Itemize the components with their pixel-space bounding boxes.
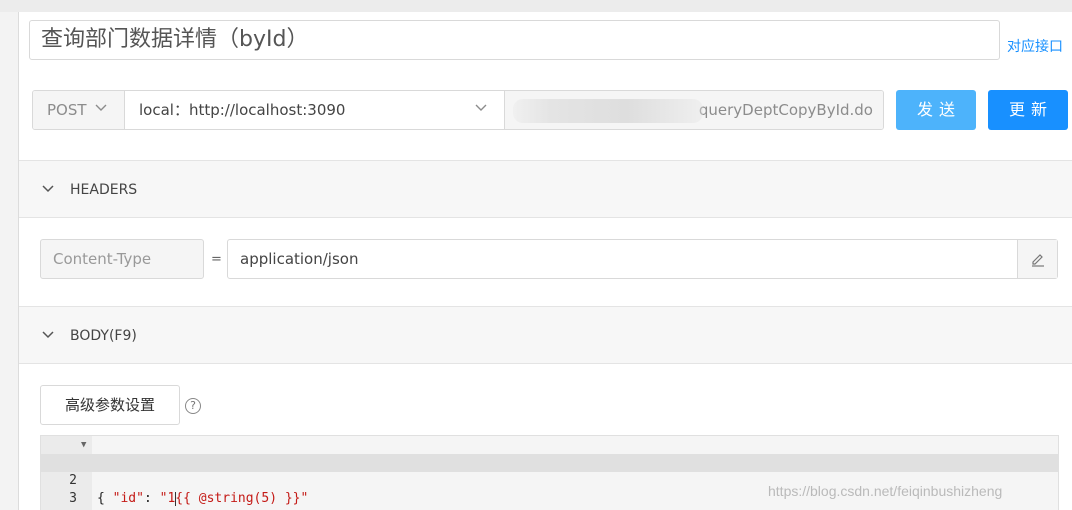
fold-arrow-icon[interactable]: ▼ xyxy=(81,436,86,454)
left-side-panel xyxy=(0,12,19,510)
update-button[interactable]: 更新 xyxy=(988,90,1068,130)
help-icon[interactable]: ? xyxy=(185,398,201,414)
linked-api-link[interactable]: 对应接口 xyxy=(1007,36,1063,56)
header-key-input[interactable]: Content-Type xyxy=(40,239,204,279)
chevron-down-icon xyxy=(42,331,54,339)
send-button[interactable]: 发送 xyxy=(896,90,976,130)
body-section-label: BODY(F9) xyxy=(70,328,137,344)
watermark: https://blog.csdn.net/feiqinbushizheng xyxy=(768,483,1003,499)
request-path-field[interactable]: queryDeptCopyById.do xyxy=(505,91,883,129)
environment-select[interactable]: local：http://localhost:3090 xyxy=(125,91,505,129)
header-value-text: application/json xyxy=(240,250,359,268)
code-line: 1 ▼ { xyxy=(41,436,1058,506)
window-top-bar xyxy=(0,0,1072,12)
body-section-toggle[interactable]: BODY(F9) xyxy=(19,306,1072,364)
advanced-params-button[interactable]: 高级参数设置 xyxy=(40,385,180,425)
line-number: 3 xyxy=(69,491,77,506)
chevron-down-icon xyxy=(95,104,107,111)
request-title-input[interactable]: 查询部门数据详情（byId） xyxy=(29,20,1000,60)
environment-label: local：http://localhost:3090 xyxy=(139,101,346,119)
method-label: POST xyxy=(47,101,87,119)
json-separator: : xyxy=(143,491,160,506)
chevron-down-icon xyxy=(475,104,487,111)
headers-section-toggle[interactable]: HEADERS xyxy=(19,160,1072,218)
code-line-active: 2 "id": "1{{ @string(5) }}" xyxy=(41,454,1058,506)
chevron-down-icon xyxy=(42,185,54,193)
header-equals-sign: = xyxy=(211,252,222,267)
json-value-after-cursor: {{ @string(5) }}" xyxy=(175,491,309,506)
redacted-path-blur xyxy=(513,99,703,123)
json-key: "id" xyxy=(112,491,144,506)
url-bar: POST local：http://localhost:3090 queryDe… xyxy=(32,90,884,130)
json-value-before-cursor: "1 xyxy=(159,491,176,506)
method-select[interactable]: POST xyxy=(33,91,125,129)
pencil-icon xyxy=(1032,254,1044,267)
headers-section-label: HEADERS xyxy=(70,182,138,198)
request-path-text: queryDeptCopyById.do xyxy=(698,101,873,119)
code-text: "id": "1{{ @string(5) }}" xyxy=(97,490,309,508)
edit-header-button[interactable] xyxy=(1017,240,1057,278)
header-value-input[interactable]: application/json xyxy=(227,239,1058,279)
